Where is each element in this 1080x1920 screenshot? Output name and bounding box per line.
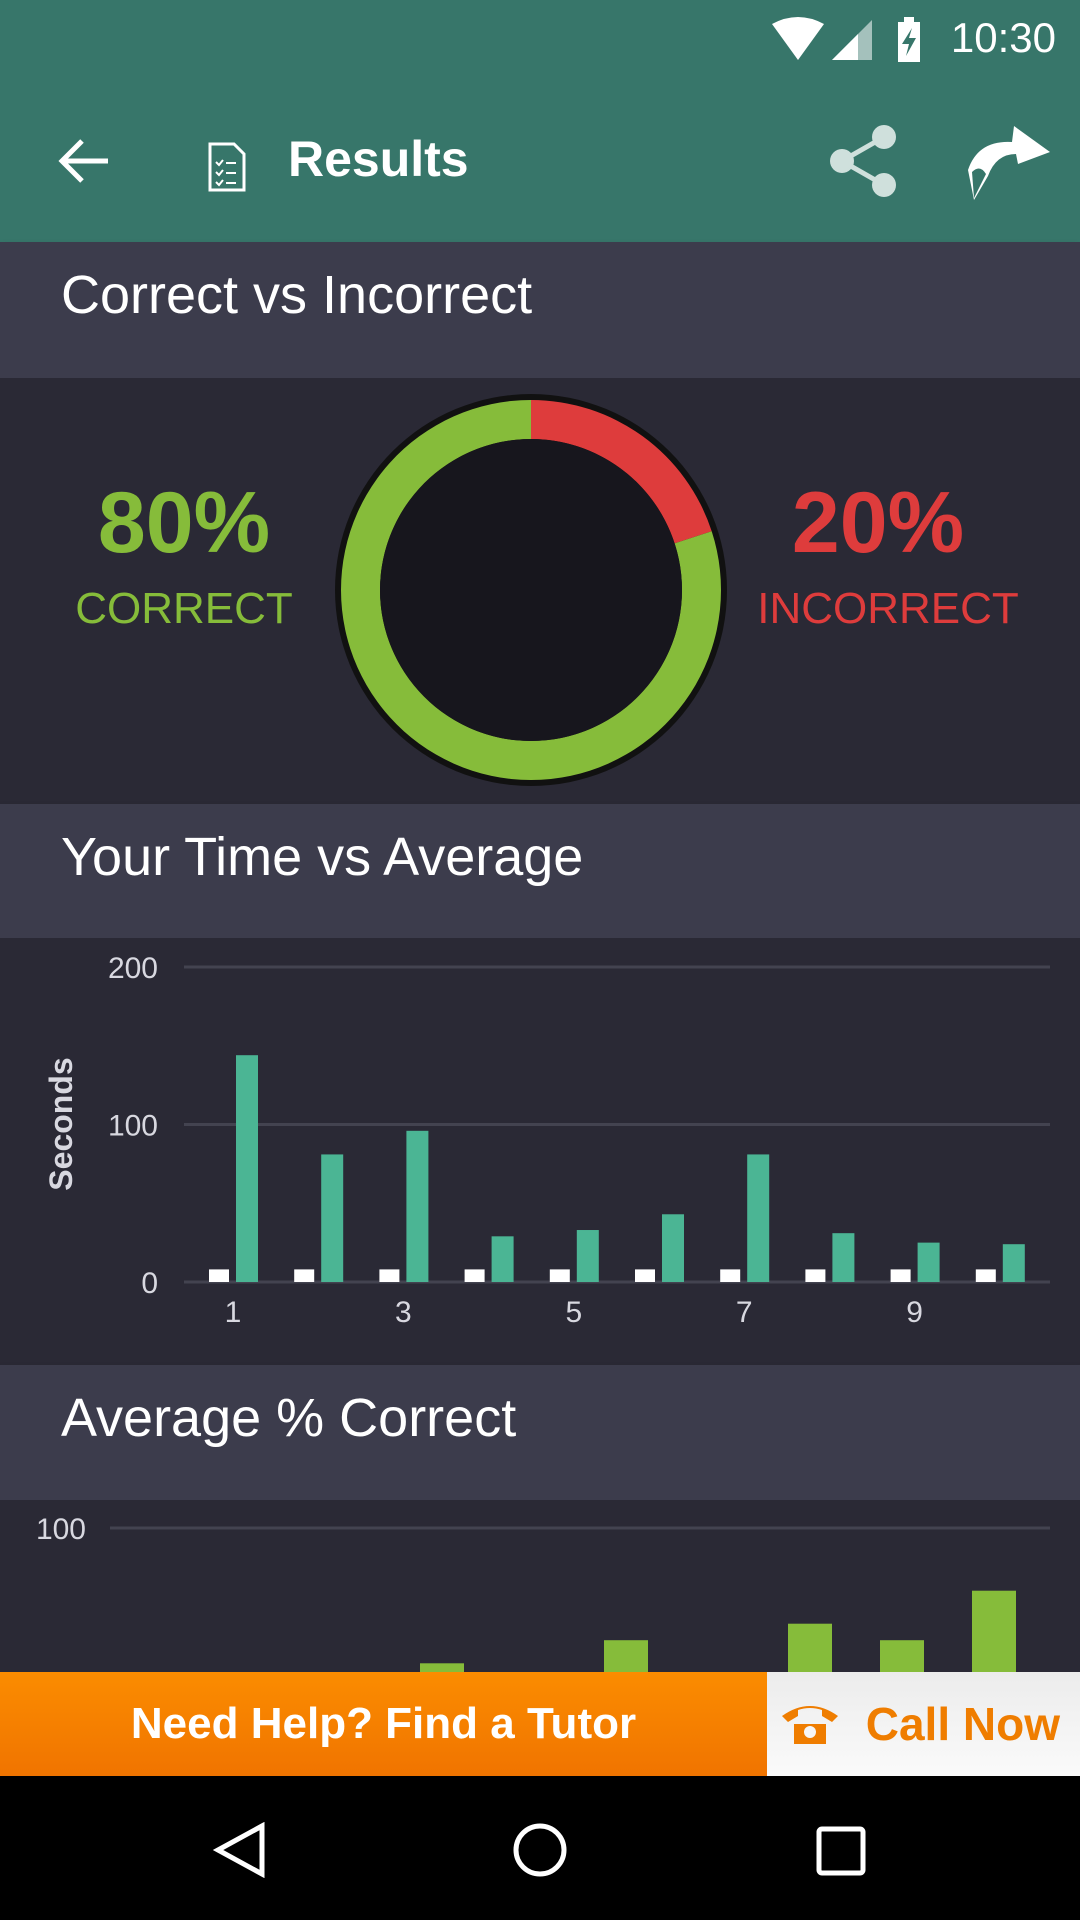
avg-correct-bar-chart: 100 (36, 1513, 1050, 1672)
average-time-bar (975, 1269, 996, 1282)
avg-correct-bar (788, 1623, 832, 1672)
x-tick-label: 5 (565, 1296, 582, 1329)
your-time-bar (576, 1230, 599, 1282)
y-tick-label: 100 (36, 1513, 86, 1546)
donut-chart (335, 394, 727, 786)
battery-charging-icon (898, 17, 920, 62)
document-checklist-icon (208, 142, 246, 192)
average-time-bar (294, 1269, 315, 1282)
x-tick-label: 3 (395, 1296, 412, 1329)
forward-icon[interactable] (964, 120, 1054, 202)
average-time-bar (890, 1269, 911, 1282)
average-time-bar (805, 1269, 826, 1282)
y-tick-label: 0 (141, 1267, 158, 1300)
your-time-bar (1002, 1244, 1025, 1282)
average-time-bar (209, 1269, 229, 1282)
back-arrow-icon[interactable] (58, 136, 112, 186)
your-time-bar (662, 1214, 684, 1282)
section-title: Average % Correct (61, 1388, 517, 1448)
call-now-label: Call Now (865, 1698, 1060, 1750)
phone-icon (781, 1706, 838, 1744)
average-time-bar (549, 1269, 570, 1282)
correct-label: CORRECT (75, 584, 293, 633)
time-chart-panel: Seconds 0 100 200 1 3 5 7 9 (0, 938, 1080, 1365)
your-time-bar (747, 1154, 770, 1282)
page-title: Results (288, 131, 469, 187)
status-time: 10:30 (950, 14, 1056, 61)
donut-center (380, 439, 682, 741)
y-tick-label: 100 (108, 1110, 158, 1143)
avg-correct-bar (880, 1640, 924, 1672)
x-tick-label: 9 (906, 1296, 923, 1329)
nav-recents-icon[interactable] (816, 1826, 866, 1876)
section-title: Your Time vs Average (61, 827, 584, 887)
your-time-bar (832, 1233, 855, 1282)
average-time-bar (720, 1269, 741, 1282)
navigation-bar (0, 1776, 1080, 1920)
x-tick-label: 1 (225, 1296, 242, 1329)
section-header-time: Your Time vs Average (0, 804, 1080, 940)
your-time-bar (321, 1154, 344, 1282)
wifi-icon (772, 17, 824, 60)
avg-chart-panel: 100 (0, 1500, 1080, 1672)
nav-home-icon[interactable] (512, 1822, 568, 1878)
nav-back-icon[interactable] (212, 1822, 268, 1878)
y-axis-label: Seconds (43, 1057, 79, 1190)
avg-correct-bar (972, 1590, 1016, 1672)
call-now-button[interactable]: Call Now (767, 1672, 1080, 1776)
y-tick-label: 200 (108, 952, 158, 985)
average-time-bar (379, 1269, 400, 1282)
correct-percent: 80% (97, 475, 271, 571)
average-time-bar (635, 1269, 655, 1282)
section-header-correct-vs-incorrect: Correct vs Incorrect (0, 242, 1080, 378)
your-time-bar (491, 1236, 514, 1282)
average-time-bar (464, 1269, 485, 1282)
x-tick-label: 7 (736, 1296, 753, 1329)
section-title: Correct vs Incorrect (61, 265, 533, 325)
find-tutor-button[interactable]: Need Help? Find a Tutor (0, 1672, 767, 1776)
app-bar: 10:30 Results (0, 0, 1080, 242)
your-time-bar (406, 1130, 429, 1282)
status-icons (772, 17, 920, 62)
incorrect-percent: 20% (791, 475, 965, 571)
find-tutor-label: Need Help? Find a Tutor (130, 1699, 637, 1748)
section-header-avg-correct: Average % Correct (0, 1365, 1080, 1501)
avg-correct-bar (604, 1640, 648, 1672)
avg-correct-bar (420, 1663, 464, 1672)
share-icon[interactable] (828, 124, 900, 198)
time-bar-chart: Seconds 0 100 200 1 3 5 7 9 (43, 952, 1050, 1329)
your-time-bar (917, 1242, 940, 1282)
your-time-bar (236, 1055, 258, 1282)
incorrect-label: INCORRECT (757, 584, 1019, 633)
donut-panel: 80% CORRECT 20% INCORRECT (0, 378, 1080, 804)
